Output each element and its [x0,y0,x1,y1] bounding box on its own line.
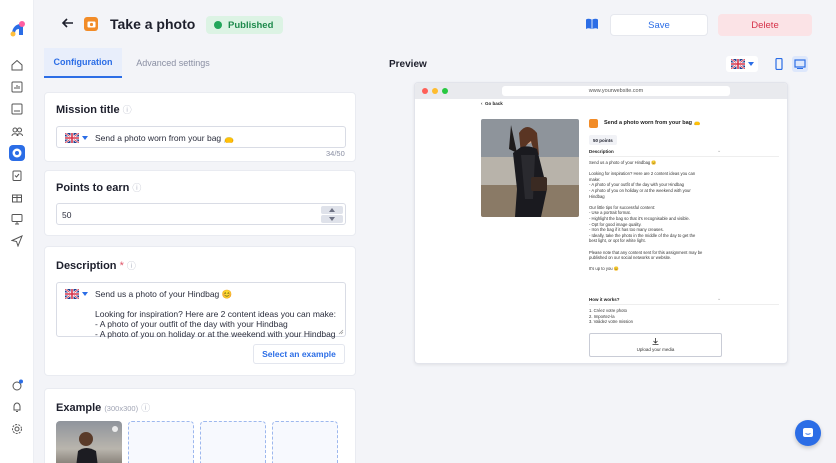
gift-icon[interactable] [9,189,25,205]
preview-upload-button: Upload your media [589,333,722,357]
points-stepper[interactable] [321,206,345,224]
chat-icon [803,428,813,437]
example-photo [76,426,118,463]
image-icon[interactable] [9,101,25,117]
points-heading: Points to earn ⓘ [56,181,141,194]
desktop-icon [794,59,806,69]
preview-photo [481,119,579,217]
uk-flag-icon[interactable] [65,133,79,143]
mobile-icon [775,58,783,70]
description-value: Send us a photo of your Hindbag 😊 Lookin… [95,289,336,339]
decrement-button[interactable] [321,215,343,223]
chevron-down-icon: ⌄ [717,148,722,154]
example-upload-slot[interactable] [272,421,338,463]
example-upload-slot[interactable] [200,421,266,463]
users-icon[interactable] [9,123,25,139]
back-arrow-icon[interactable] [60,15,76,31]
preview-points-badge: 50 points [589,135,617,145]
divider [589,304,779,305]
help-icon[interactable]: ⓘ [141,403,150,413]
mission-title-input[interactable]: Send a photo worn from your bag 👝 [56,126,346,148]
resize-handle-icon[interactable] [338,329,344,335]
preview-heading: Preview [389,59,427,70]
missions-icon[interactable] [9,145,25,161]
browser-toolbar: www.yourwebsite.com [415,83,787,99]
example-heading: Example (300x300) ⓘ [56,401,150,414]
points-card: Points to earn ⓘ 50 [44,170,356,236]
stats-icon[interactable] [9,79,25,95]
select-example-button[interactable]: Select an example [253,344,345,364]
preview-how-heading: How it works? [589,297,620,302]
config-tabs: Configuration Advanced settings [44,48,356,78]
chat-support-button[interactable] [795,420,821,446]
add-notification-icon[interactable] [9,377,25,393]
save-button[interactable]: Save [610,14,708,36]
points-label: Points to earn [56,182,130,194]
book-icon[interactable] [585,17,599,31]
example-card: Example (300x300) ⓘ [44,388,356,463]
divider [589,156,779,157]
chevron-down-icon [747,62,754,66]
mobile-view-button[interactable] [771,56,787,72]
required-mark: * [119,260,124,272]
app-logo[interactable] [9,20,27,38]
send-icon[interactable] [9,233,25,249]
mission-title-heading: Mission title ⓘ [56,103,132,116]
description-label: Description [56,260,117,272]
mission-title-label: Mission title [56,104,120,116]
monitor-icon[interactable] [9,211,25,227]
preview-description-heading: Description [589,149,614,154]
window-close-dot [422,88,428,94]
help-icon[interactable]: ⓘ [127,261,136,271]
help-icon[interactable]: ⓘ [132,183,141,193]
home-icon[interactable] [9,57,25,73]
preview-description-text: Send us a photo of your Hindbag 😊 Lookin… [589,160,703,272]
bell-icon[interactable] [9,399,25,415]
example-label: Example [56,402,102,414]
mission-title-value: Send a photo worn from your bag 👝 [95,133,235,143]
window-minimize-dot [432,88,438,94]
points-value: 50 [62,210,72,220]
status-badge: Published [206,16,284,34]
description-heading: Description * ⓘ [56,259,136,272]
delete-button[interactable]: Delete [718,14,812,36]
increment-button[interactable] [321,206,343,214]
preview-language-selector[interactable] [726,56,758,72]
uk-flag-icon[interactable] [65,289,79,299]
preview-browser-frame: www.yourwebsite.com ‹ Go back Send a pho… [414,82,788,364]
upload-label: Upload your media [636,347,675,352]
language-dropdown-icon[interactable] [82,136,88,140]
clipboard-icon[interactable] [9,167,25,183]
tab-advanced-settings[interactable]: Advanced settings [132,48,214,78]
browser-url-bar: www.yourwebsite.com [502,86,730,96]
status-dot [214,21,222,29]
example-image-thumbnail[interactable] [56,421,122,463]
settings-icon[interactable] [9,421,25,437]
example-upload-slot[interactable] [128,421,194,463]
top-bar: Take a photo Published Save Delete [34,8,830,42]
preview-how-text: 1. Créez votre photo 2. Importez-la 3. V… [589,308,633,325]
sidebar [0,0,34,463]
chevron-down-icon: ⌄ [717,296,722,302]
window-maximize-dot [442,88,448,94]
preview-go-back: ‹ Go back [481,101,503,106]
download-icon [652,338,659,345]
description-textarea[interactable]: Send us a photo of your Hindbag 😊 Lookin… [56,282,346,339]
uk-flag-icon [730,59,745,69]
page-title: Take a photo [110,16,196,32]
woman-photo-image [481,119,579,217]
preview-title: Send a photo worn from your bag 👝 [604,120,701,126]
desktop-view-button[interactable] [792,56,808,72]
example-size-hint: (300x300) [104,404,139,413]
go-back-label: Go back [485,101,503,106]
mission-title-card: Mission title ⓘ Send a photo worn from yo… [44,92,356,162]
preview-camera-icon [589,119,598,128]
points-input[interactable]: 50 [56,203,346,225]
char-counter: 34/50 [326,149,345,158]
status-label: Published [228,19,274,31]
help-icon[interactable]: ⓘ [123,105,132,115]
language-dropdown-icon[interactable] [82,292,88,296]
camera-icon [84,17,98,31]
tab-configuration[interactable]: Configuration [44,48,122,78]
